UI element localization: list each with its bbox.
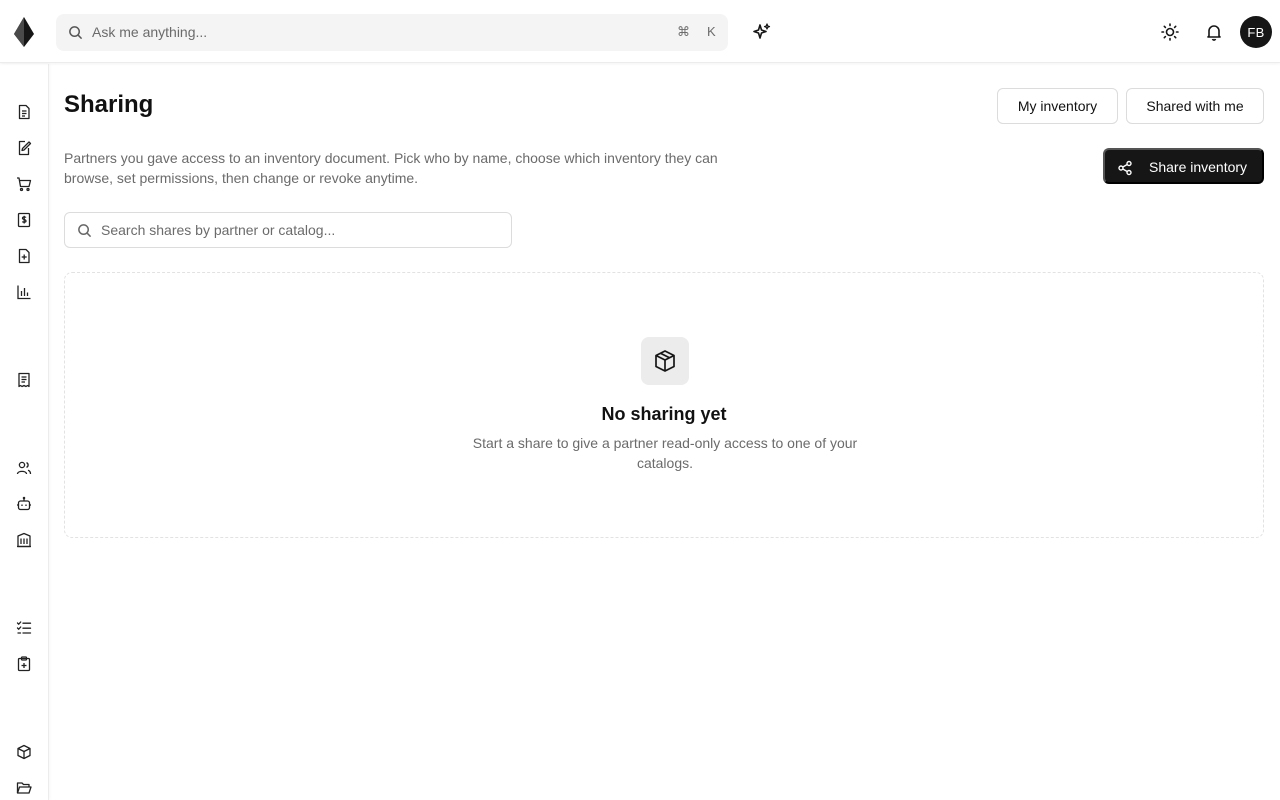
users-icon[interactable] xyxy=(16,460,32,476)
sidebar xyxy=(0,64,49,800)
cart-icon[interactable] xyxy=(16,176,32,192)
page-title: Sharing xyxy=(64,91,154,118)
empty-state: No sharing yet Start a share to give a p… xyxy=(64,272,1264,538)
bot-icon[interactable] xyxy=(16,496,32,512)
shares-search-placeholder: Search shares by partner or catalog... xyxy=(101,222,336,238)
clipboard-plus-icon[interactable] xyxy=(16,656,32,672)
tab-shared-with-me[interactable]: Shared with me xyxy=(1126,88,1264,124)
logo-icon[interactable] xyxy=(14,17,34,47)
receipt-icon[interactable] xyxy=(16,372,32,388)
box-icon xyxy=(641,337,689,385)
building-icon[interactable] xyxy=(16,532,32,548)
sun-icon[interactable] xyxy=(1160,22,1180,42)
share-icon xyxy=(1118,160,1132,176)
shortcut-key: K xyxy=(707,24,716,39)
share-inventory-label: Share inventory xyxy=(1149,159,1248,175)
page-description: Partners you gave access to an inventory… xyxy=(64,150,718,186)
bar-chart-icon[interactable] xyxy=(16,284,32,300)
share-inventory-button[interactable]: Share inventory xyxy=(1103,148,1264,184)
dollar-receipt-icon[interactable] xyxy=(16,212,32,228)
checklist-icon[interactable] xyxy=(16,620,32,636)
bell-icon[interactable] xyxy=(1204,22,1224,42)
search-icon xyxy=(78,224,92,238)
edit-document-icon[interactable] xyxy=(16,140,32,156)
global-search-bar[interactable]: Ask me anything... ⌘ K xyxy=(56,14,728,51)
document-icon[interactable] xyxy=(16,104,32,120)
top-bar: Ask me anything... ⌘ K FB xyxy=(0,0,1280,63)
shortcut-modifier: ⌘ xyxy=(677,24,690,39)
search-icon xyxy=(69,26,83,40)
tab-my-inventory[interactable]: My inventory xyxy=(997,88,1118,124)
box-icon[interactable] xyxy=(16,744,32,760)
empty-state-text: Start a share to give a partner read-onl… xyxy=(472,435,858,471)
folder-open-icon[interactable] xyxy=(16,780,32,796)
search-placeholder: Ask me anything... xyxy=(92,24,208,40)
empty-state-title: No sharing yet xyxy=(601,404,727,424)
sparkle-icon[interactable] xyxy=(752,22,772,42)
shares-search-input[interactable]: Search shares by partner or catalog... xyxy=(64,212,512,248)
file-plus-icon[interactable] xyxy=(16,248,32,264)
avatar[interactable]: FB xyxy=(1240,16,1272,48)
